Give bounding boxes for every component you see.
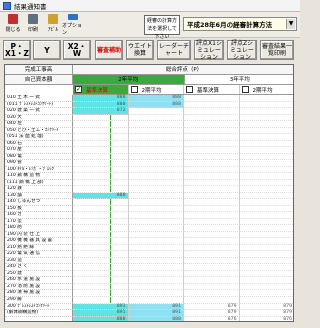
window-title: 結果通知書 [14, 2, 47, 11]
option-label: 2期平均 [141, 87, 162, 94]
option-2[interactable]: 基準決算 [184, 85, 240, 94]
table-row: 888 888 876 876 [5, 316, 294, 321]
score-cell: 876 [240, 317, 294, 321]
function-button-0[interactable]: P・X1・Z [3, 40, 31, 60]
function-button-3[interactable]: 審査補助 [95, 40, 123, 60]
score-cell: 888 [73, 316, 129, 321]
function-button-8[interactable]: 審査結果一覧印刷 [260, 40, 294, 60]
window-titlebar: 結果通知書 [0, 0, 300, 12]
sub-left: 自己資本額 [5, 75, 73, 84]
toolbar-print-button[interactable]: 印刷 [22, 14, 44, 36]
options-icon [68, 14, 78, 20]
print-icon [28, 14, 38, 24]
option-label: 基準決算 [197, 87, 220, 94]
grid-header: 完成工事高 総合評点（P） [5, 65, 293, 75]
toolbar-label: オプション [62, 23, 83, 36]
checkbox[interactable] [186, 86, 193, 93]
grid-subheader-left: 自己資本額 [5, 75, 73, 85]
calc-method-select[interactable]: 平成28年6月の経審計算方法 ▼ [183, 17, 297, 31]
option-0[interactable]: ✓ 基準決算 [73, 85, 129, 94]
option-label: 基準決算 [86, 87, 109, 94]
option-row: ✓ 基準決算 2期平均 基準決算 2期平均 [73, 85, 294, 95]
function-button-1[interactable]: Y [33, 40, 61, 60]
toolbar-label: ｱﾋﾞﾙ [47, 27, 58, 33]
calc-method-value: 平成28年6月の経審計算方法 [187, 21, 273, 29]
toolbar-options-button[interactable]: オプション [62, 14, 84, 36]
option-3[interactable]: 2期平均 [240, 85, 294, 94]
close-icon [8, 14, 18, 24]
score-cell: 888 [128, 316, 184, 321]
result-grid: 完成工事高 総合評点（P） 自己資本額 2年平均 3年平均 ✓ 基準決算 2期平均 基… [4, 64, 294, 322]
checkbox[interactable] [241, 86, 249, 93]
function-button-row: P・X1・Z Y X2・W 審査補助 ウエイト換算 レーダーチャート 評点X1シミュレーショ… [0, 38, 300, 62]
function-button-4[interactable]: ウエイト換算 [126, 40, 154, 60]
toolbar-close-button[interactable]: 閉じる [2, 14, 24, 36]
function-button-5[interactable]: レーダーチャート [157, 40, 191, 60]
help-icon [48, 14, 58, 24]
calc-method-prompt[interactable]: 経審の計算方法を選択して下さい [144, 15, 180, 40]
period-headers: 2年平均 3年平均 [73, 75, 293, 85]
chevron-down-icon[interactable]: ▼ [286, 19, 295, 29]
toolbar-help-button[interactable]: ｱﾋﾞﾙ [42, 14, 64, 36]
checked-checkbox[interactable]: ✓ [75, 86, 82, 93]
option-label: 2期平均 [252, 87, 273, 94]
toolbar-label: 印刷 [27, 27, 38, 33]
toolbar-label: 閉じる [5, 27, 21, 33]
function-button-2[interactable]: X2・W [63, 40, 91, 60]
function-button-7[interactable]: 評点Zシミュレーション [227, 40, 257, 61]
app-icon [3, 1, 11, 10]
period-2yr: 2年平均 [73, 75, 185, 84]
checkbox[interactable] [130, 86, 138, 93]
period-3yr: 3年平均 [229, 77, 250, 83]
header-left: 完成工事高 [5, 65, 73, 74]
function-button-6[interactable]: 評点X1シミュレーション [194, 40, 224, 61]
option-1[interactable]: 2期平均 [129, 85, 184, 94]
row-name [5, 316, 73, 321]
score-cell: 876 [184, 316, 240, 321]
industry-rows: 010 土 木 一 式 888 888 (011 ﾌﾟﾚｽﾄﾚｽﾄｺﾝｸﾘｰﾄ) 888… [5, 95, 294, 321]
header-right: 総合評点（P） [165, 67, 203, 73]
